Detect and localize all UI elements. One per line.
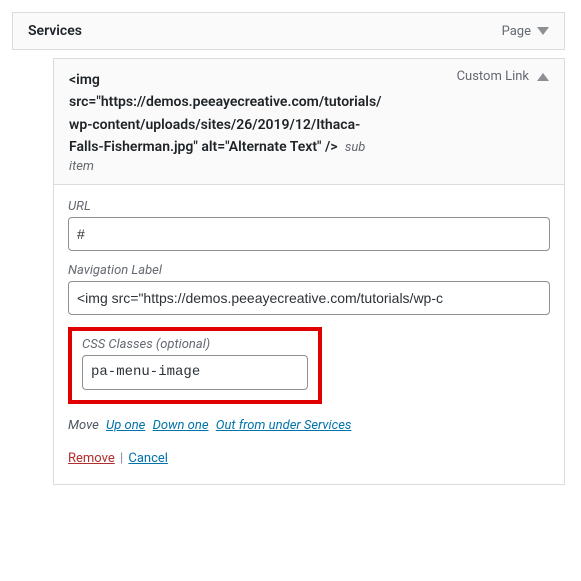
chevron-down-icon[interactable] [537,27,549,35]
css-classes-input[interactable] [82,355,308,389]
move-up-link[interactable]: Up one [106,418,145,433]
move-row: Move Up one Down one Out from under Serv… [68,418,550,433]
remove-link[interactable]: Remove [68,451,115,466]
menu-item-title: Services [28,23,82,39]
menu-item-type-label: Page [502,24,531,39]
menu-item-settings: URL Navigation Label CSS Classes (option… [53,185,565,485]
move-out-link[interactable]: Out from under Services [216,418,352,433]
nav-label-field-group: Navigation Label [68,263,550,315]
action-separator: | [120,451,123,466]
action-row: Remove | Cancel [68,451,550,466]
css-classes-highlight: CSS Classes (optional) [68,327,322,403]
menu-item-type-wrap: Page [502,24,549,39]
submenu-item-controls: Custom Link [457,69,549,84]
url-input[interactable] [68,217,550,251]
submenu-item-bar[interactable]: <img src="https://demos.peeayecreative.c… [53,58,565,185]
menu-item-services[interactable]: Services Page [12,12,565,50]
submenu-item-type-label: Custom Link [457,69,529,84]
move-label: Move [68,418,99,433]
chevron-up-icon[interactable] [537,73,549,81]
url-label: URL [68,199,550,214]
nav-label-label: Navigation Label [68,263,550,278]
submenu-item-title: <img src="https://demos.peeayecreative.c… [69,72,381,155]
submenu-item-wrapper: <img src="https://demos.peeayecreative.c… [53,58,565,485]
move-down-link[interactable]: Down one [153,418,209,433]
submenu-title-wrap: <img src="https://demos.peeayecreative.c… [69,69,389,174]
css-classes-label: CSS Classes (optional) [82,337,308,352]
nav-label-input[interactable] [68,281,550,315]
cancel-link[interactable]: Cancel [128,451,168,466]
url-field-group: URL [68,199,550,251]
